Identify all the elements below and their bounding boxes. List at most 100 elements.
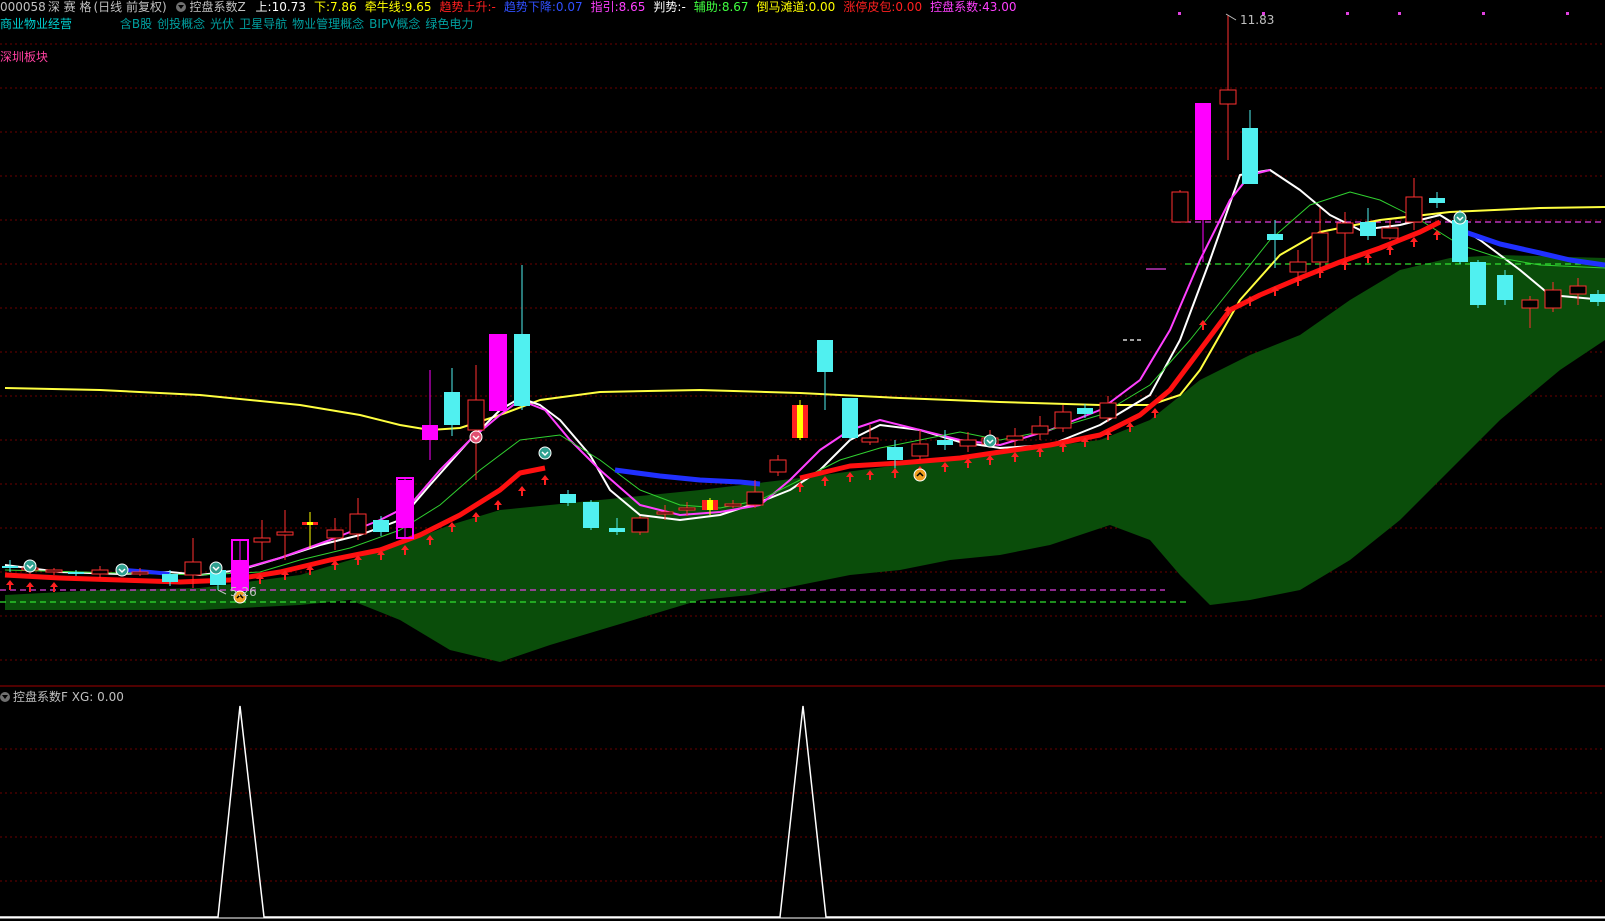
candle-body — [1405, 196, 1423, 223]
indicator-field-value: 0.07 — [555, 0, 583, 14]
candle — [253, 520, 271, 560]
candle — [91, 566, 109, 578]
arrow-up-icon — [6, 580, 14, 590]
concept-tag[interactable]: 创投概念 — [157, 17, 205, 31]
candle-body — [467, 399, 485, 431]
candle — [45, 568, 63, 575]
arrow-up-icon — [1433, 230, 1441, 240]
stock-chart-window: 11.83 5.26 000058 深 赛 格 (日线 前复权) 控盘系数Z 上:1… — [0, 0, 1605, 921]
candle-body — [349, 513, 367, 535]
indicator-fields: 上:10.73 下:7.86 牵牛线:9.65 趋势上升:- 趋势下降:0.07 指引:8… — [256, 0, 1025, 14]
candle-body — [707, 500, 713, 510]
marker-dot — [1566, 12, 1569, 15]
candle-body — [724, 503, 742, 507]
candle — [68, 570, 84, 576]
arrow-up-icon — [541, 475, 549, 485]
candle — [490, 335, 506, 410]
candle — [1006, 428, 1024, 446]
candle-body — [253, 537, 271, 543]
candle-body — [1569, 285, 1587, 295]
candle — [373, 516, 389, 536]
candle-body — [678, 507, 696, 511]
indicator-field-value: 0.00 — [895, 0, 923, 14]
concept-tag[interactable]: 含B股 — [120, 17, 152, 31]
candle-body — [609, 528, 625, 532]
low-price-label: 5.26 — [230, 585, 257, 599]
stock-tags: 商业物业经营 含B股 创投概念 光伏 卫星导航 物业管理概念 BIPV概念 绿色电力 — [0, 16, 478, 32]
concept-tags: 含B股 创投概念 光伏 卫星导航 物业管理概念 BIPV概念 绿色电力 — [120, 17, 479, 31]
signal-badge-icon — [1453, 211, 1467, 225]
candle-body — [861, 437, 879, 443]
candle — [817, 340, 833, 410]
candle-body — [937, 440, 953, 445]
candle — [1077, 404, 1093, 418]
indicator-field-label: 控盘系数: — [930, 0, 983, 14]
indicator-field-label: 辅助: — [693, 0, 722, 14]
indicator-header: 000058 深 赛 格 (日线 前复权) 控盘系数Z 上:10.73 下:7.86 牵… — [0, 0, 1024, 16]
candle — [276, 510, 294, 560]
candle-body — [1544, 289, 1562, 309]
candle-body — [131, 571, 149, 575]
candle — [349, 498, 367, 540]
indicator-field-label: 上: — [255, 0, 272, 14]
candle-body — [1195, 103, 1211, 220]
concept-tag[interactable]: 卫星导航 — [239, 17, 287, 31]
concept-tag[interactable]: 物业管理概念 — [292, 17, 364, 31]
industry-tag[interactable]: 商业物业经营 — [0, 17, 72, 31]
indicator-field-value: 8.67 — [721, 0, 749, 14]
chevron-down-icon[interactable] — [0, 692, 10, 702]
candle — [467, 365, 485, 480]
candle-body — [1219, 89, 1237, 105]
candle-body — [184, 561, 202, 576]
marker-dot — [1346, 12, 1349, 15]
candle-body — [817, 340, 833, 372]
candle-body — [959, 439, 977, 447]
candle — [1381, 220, 1399, 240]
candle — [1311, 208, 1329, 270]
candle-body — [1077, 408, 1093, 414]
candle-body — [422, 425, 438, 440]
signal-badge-icon — [209, 561, 223, 575]
candle-body — [1054, 411, 1072, 429]
indicator-field-value: - — [681, 0, 686, 14]
candle — [397, 478, 413, 538]
badge-circle — [1453, 211, 1467, 225]
main-chart[interactable]: 11.83 5.26 — [0, 0, 1605, 921]
indicator-field: 涨停皮包:0.00 — [843, 0, 922, 14]
concept-tag[interactable]: 光伏 — [210, 17, 234, 31]
candle-body — [631, 517, 649, 533]
concept-tag[interactable]: 绿色电力 — [425, 17, 473, 31]
badge-circle — [469, 430, 483, 444]
arrow-up-icon — [1199, 320, 1207, 330]
candle-body — [514, 334, 530, 406]
badge-circle — [23, 559, 37, 573]
candle-body — [68, 572, 84, 574]
chevron-down-icon[interactable] — [176, 2, 187, 12]
candle — [1195, 103, 1211, 262]
candle — [1219, 15, 1237, 160]
indicator-selector[interactable]: 控盘系数Z — [176, 0, 246, 14]
candle — [326, 518, 344, 550]
marker-dot — [1398, 12, 1401, 15]
candle — [1470, 260, 1486, 308]
indicator-field: 判势:- — [653, 0, 685, 14]
blue-trend-line — [614, 467, 761, 487]
candle — [1171, 190, 1189, 223]
candle — [1267, 220, 1283, 268]
candle-body — [797, 405, 803, 438]
arrow-up-icon — [494, 500, 502, 510]
candle-body — [1242, 128, 1258, 184]
candle-body — [397, 480, 413, 528]
badge-circle — [983, 434, 997, 448]
candle — [937, 430, 953, 450]
indicator-field-value: 8.65 — [618, 0, 646, 14]
indicator-field: 倒马滩道:0.00 — [757, 0, 836, 14]
board-tag[interactable]: 深圳板块 — [0, 48, 48, 65]
badge-circle — [209, 561, 223, 575]
candle — [302, 512, 318, 548]
concept-tag[interactable]: BIPV概念 — [369, 17, 420, 31]
candle-body — [2, 566, 18, 568]
candle-body — [842, 398, 858, 438]
signal-badge-icon — [23, 559, 37, 573]
candle — [514, 265, 530, 410]
